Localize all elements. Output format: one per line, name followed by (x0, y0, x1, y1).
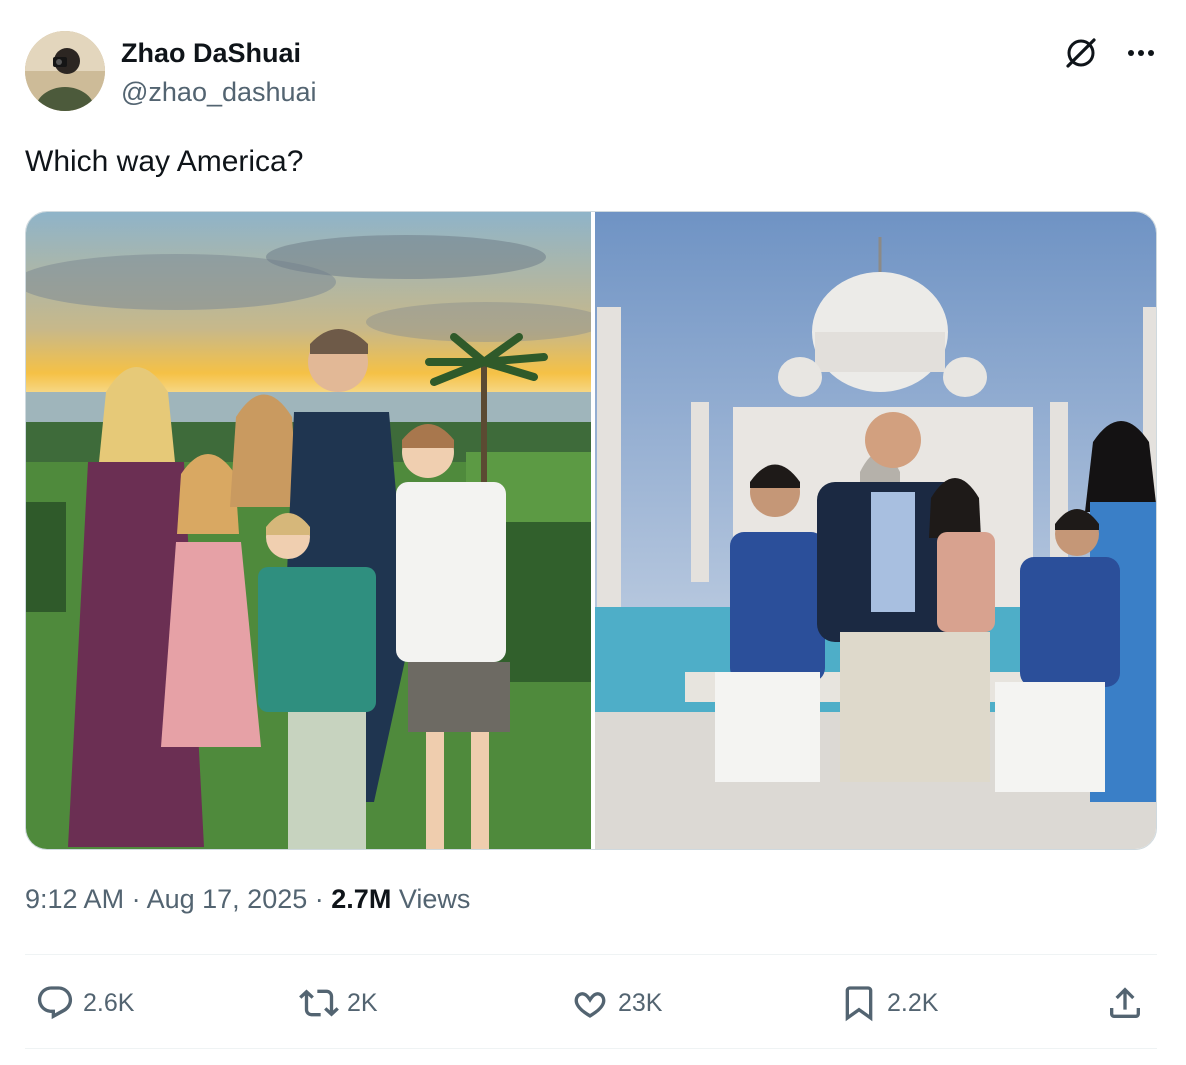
bookmark-icon (837, 981, 881, 1025)
divider (25, 1048, 1157, 1049)
repost-count: 2K (347, 988, 378, 1017)
bookmark-button[interactable]: 2.2K (837, 978, 938, 1028)
divider (25, 954, 1157, 955)
reply-count: 2.6K (83, 988, 135, 1017)
photo-family-sunset[interactable] (26, 212, 591, 849)
bookmark-count: 2.2K (887, 988, 939, 1017)
meta-separator: · (314, 884, 324, 914)
author-name[interactable]: Zhao DaShuai (121, 38, 301, 69)
media-grid (25, 211, 1157, 850)
tweet-text: Which way America? (25, 145, 304, 178)
tweet-meta: 9:12 AM · Aug 17, 2025 · 2.7M Views (25, 884, 470, 915)
reply-button[interactable]: 2.6K (33, 978, 134, 1028)
meta-separator: · (131, 884, 141, 914)
avatar[interactable] (25, 31, 105, 111)
like-button[interactable]: 23K (568, 978, 662, 1028)
tweet-date[interactable]: Aug 17, 2025 (147, 884, 308, 914)
tweet-header: Zhao DaShuai @zhao_dashuai (25, 31, 1161, 111)
like-count: 23K (618, 988, 663, 1017)
repost-button[interactable]: 2K (297, 978, 378, 1028)
heart-icon (568, 981, 612, 1025)
action-bar: 2.6K 2K 23K 2.2K (25, 978, 1161, 1028)
views-label: Views (398, 884, 471, 914)
share-icon (1103, 981, 1147, 1025)
repost-icon (297, 981, 341, 1025)
reply-icon (33, 981, 77, 1025)
more-icon[interactable] (1121, 33, 1161, 73)
photo-family-taj-mahal[interactable] (595, 212, 1156, 849)
tweet-time[interactable]: 9:12 AM (25, 884, 124, 914)
share-button[interactable] (1103, 978, 1147, 1028)
author-handle[interactable]: @zhao_dashuai (121, 77, 317, 108)
views-count: 2.7M (331, 884, 392, 914)
grok-icon[interactable] (1061, 33, 1101, 73)
